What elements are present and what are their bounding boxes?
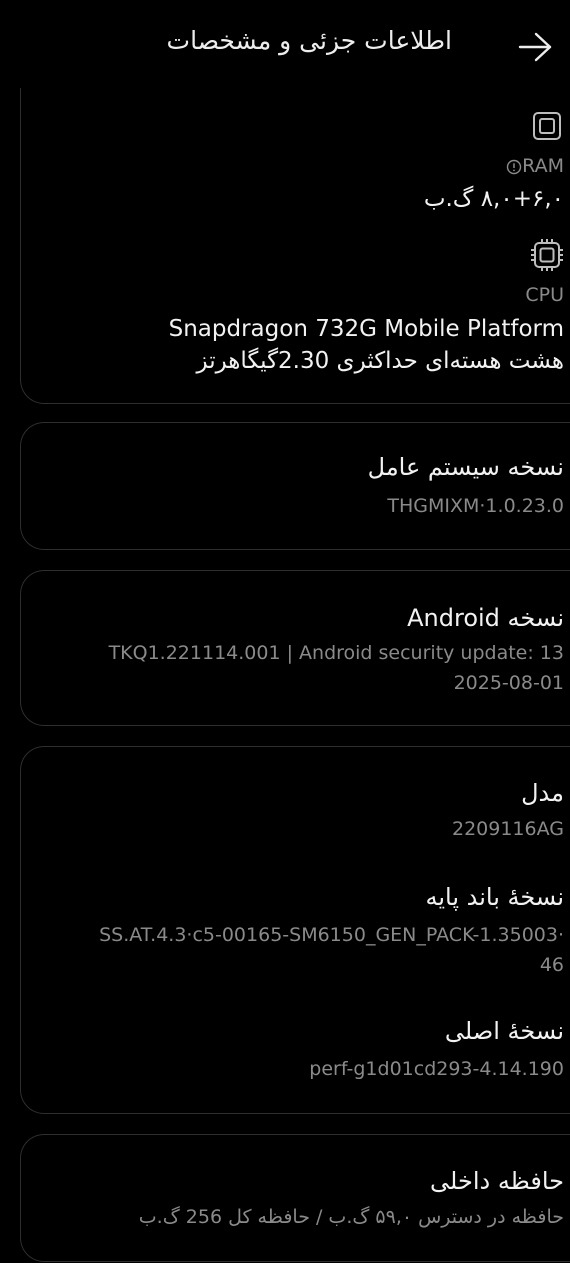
android-version-value-line1: TKQ1.221114.001 | Android security updat… [108,642,564,664]
ram-label: RAM [522,155,564,177]
os-version-card[interactable]: نسخه سیستم عامل THGMIXM·1.0.23.0 [20,422,570,550]
baseband-value-line1: SS.AT.4.3·c5-00165-SM6150_GEN_PACK-1.350… [99,924,564,946]
android-version-value-line2: 2025-08-01 [453,672,564,694]
storage-card[interactable]: حافظه داخلی حافظه در دسترس ۵۹,۰ گ.ب / حا… [20,1134,570,1262]
kernel-label: نسخهٔ اصلی [444,1017,564,1045]
page-title: اطلاعات جزئی و مشخصات [166,26,452,55]
ram-value: ۸,۰+۶,۰ گ.ب [423,186,564,212]
storage-value: حافظه در دسترس ۵۹,۰ گ.ب / حافظه کل 256 گ… [138,1206,564,1228]
arrow-right-icon[interactable] [516,30,556,64]
android-version-card[interactable]: نسخه Android TKQ1.221114.001 | Android s… [20,570,570,726]
os-version-value: THGMIXM·1.0.23.0 [387,495,564,517]
model-value: 2209116AG [451,818,564,840]
storage-label: حافظه داخلی [430,1167,564,1195]
baseband-value-line2: 46 [539,954,564,976]
info-icon[interactable] [506,159,522,175]
model-label: مدل [521,779,564,807]
android-version-label: نسخه Android [407,604,564,632]
kernel-value: perf-g1d01cd293-4.14.190 [309,1058,564,1080]
cpu-detail: هشت هسته‌ای حداکثری 2.30گیگاهرتز [196,348,564,374]
ram-chip-icon [533,112,561,140]
top-app-bar: اطلاعات جزئی و مشخصات [0,0,570,90]
cpu-label: CPU [525,284,564,306]
cpu-name: Snapdragon 732G Mobile Platform [168,316,564,342]
os-version-label: نسخه سیستم عامل [367,453,564,481]
hardware-card: RAM ۸,۰+۶,۰ گ.ب CPU Snapdragon 732G Mobi… [20,88,570,404]
device-info-card: مدل 2209116AG نسخهٔ باند پایه SS.AT.4.3·… [20,746,570,1114]
ram-label-row: RAM [501,155,564,177]
baseband-label: نسخهٔ باند پایه [425,883,564,911]
cpu-chip-icon [531,239,563,271]
